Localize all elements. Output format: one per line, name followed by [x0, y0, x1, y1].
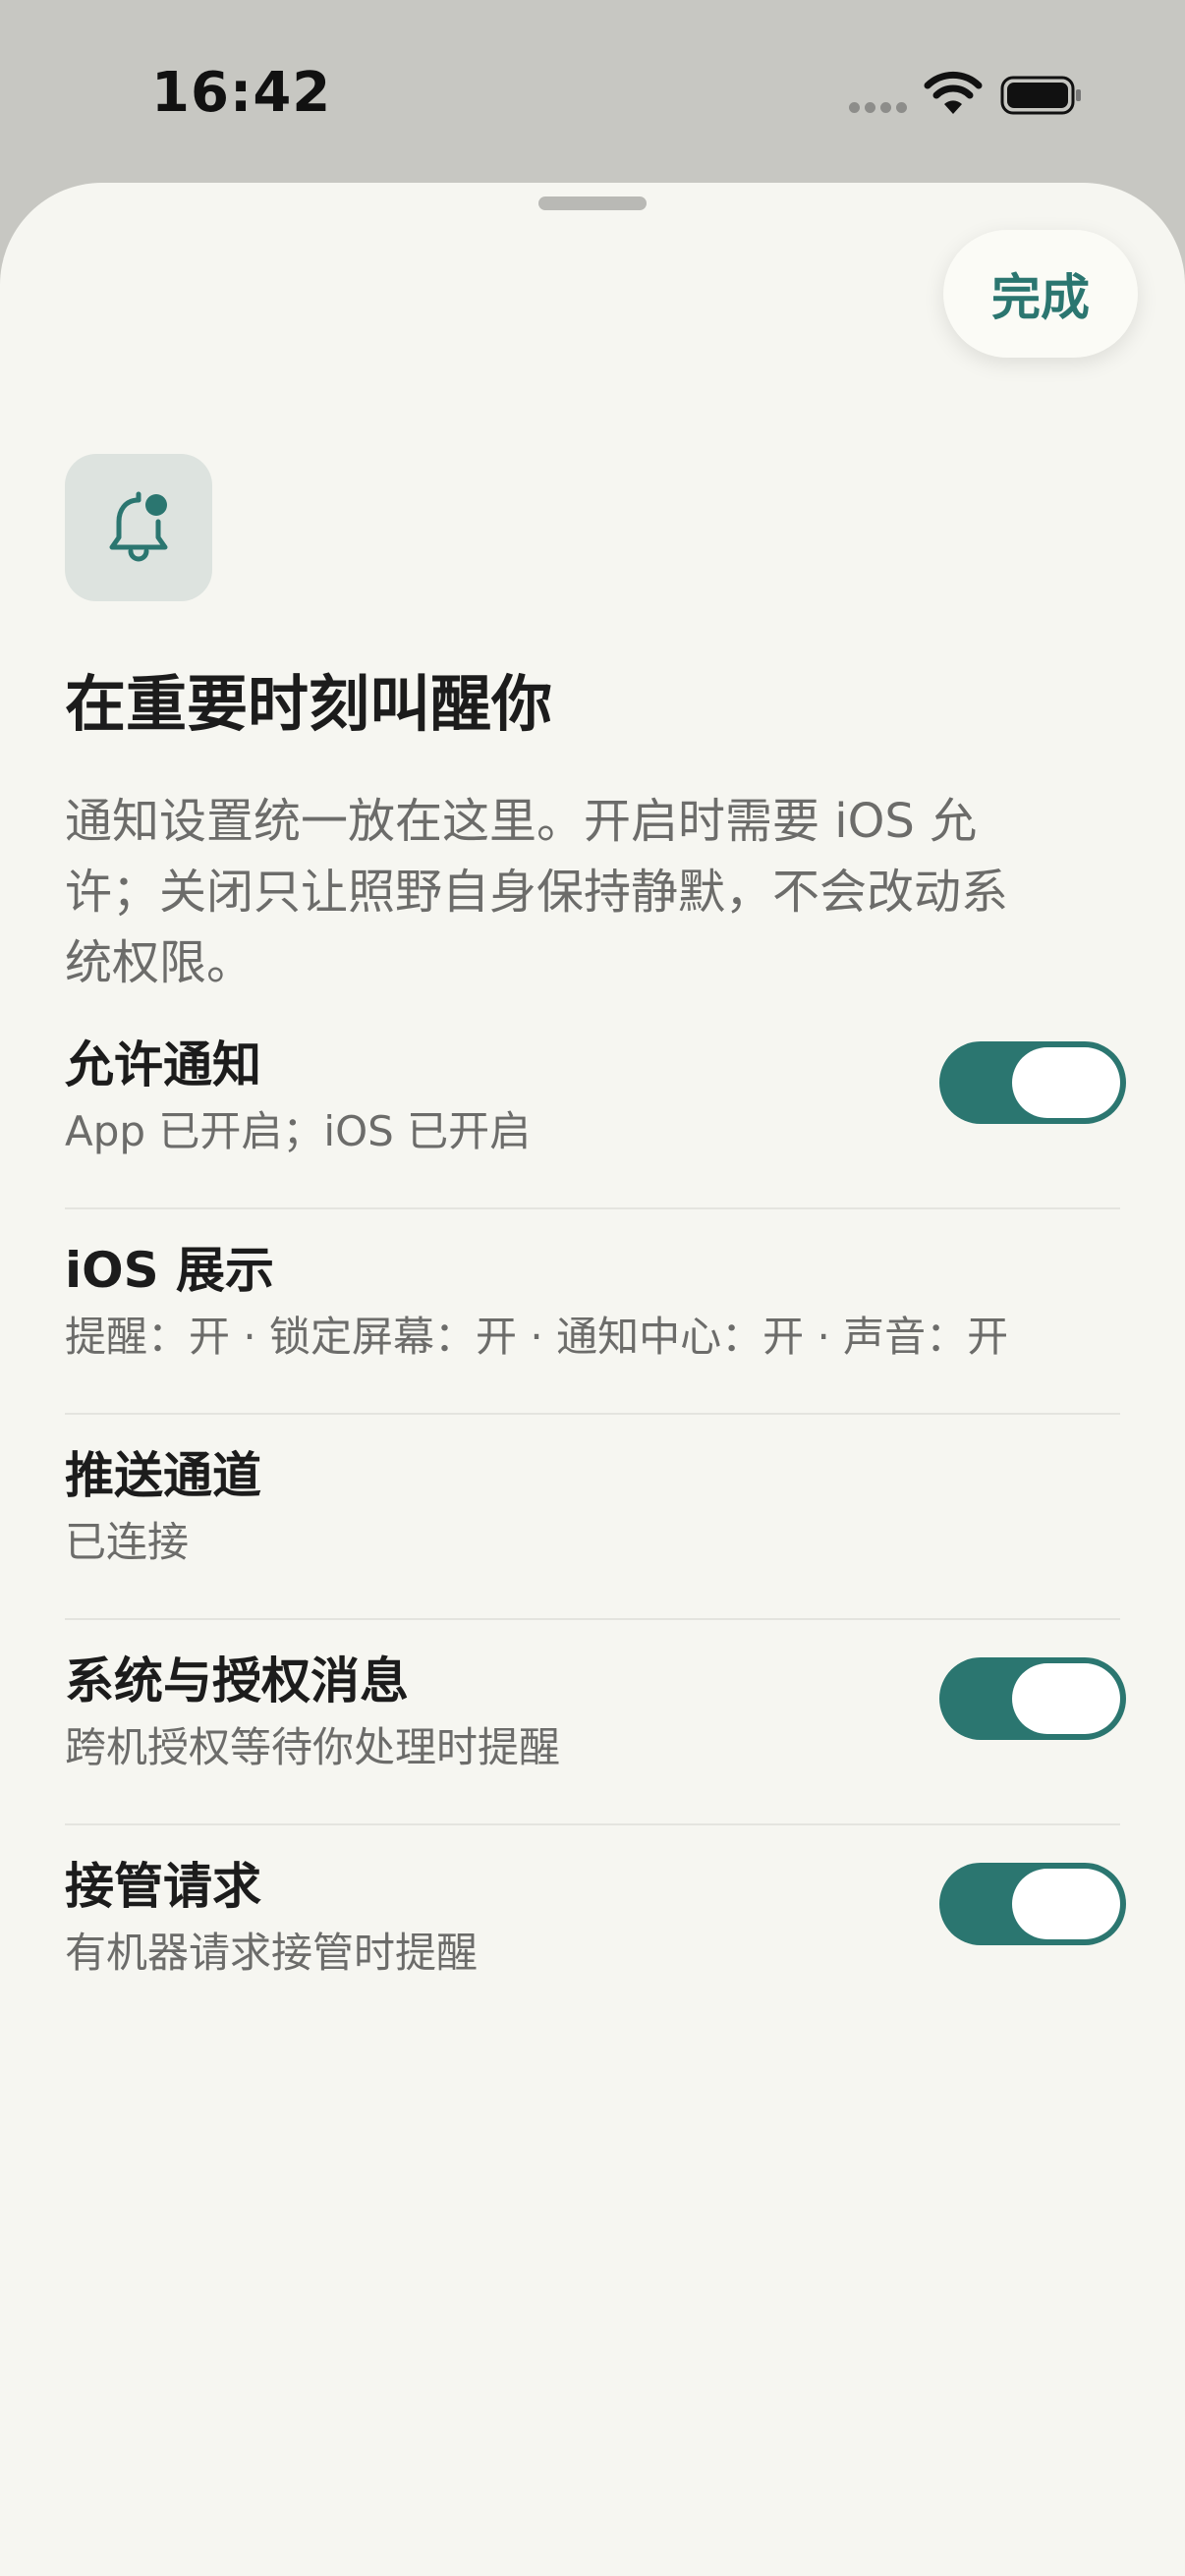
screen: 16:42 完成 在重要时刻叫醒你 通知设置统一放在这里。开启时需要 iOS 允…: [0, 0, 1185, 2576]
setting-title: iOS 展示: [65, 1242, 275, 1299]
setting-row-ios-display[interactable]: iOS 展示 提醒：开 · 锁定屏幕：开 · 通知中心：开 · 声音：开: [65, 1209, 1120, 1415]
bell-badge-icon: [109, 491, 168, 562]
battery-icon: [1000, 76, 1081, 115]
setting-title: 接管请求: [65, 1858, 261, 1915]
setting-subtitle: 跨机授权等待你处理时提醒: [65, 1723, 561, 1771]
setting-row-allow-notifications[interactable]: 允许通知 App 已开启；iOS 已开启: [65, 1004, 1126, 1209]
setting-title: 允许通知: [65, 1036, 261, 1093]
status-bar: 16:42: [0, 0, 1185, 187]
sheet-description: 通知设置统一放在这里。开启时需要 iOS 允许；关闭只让照野自身保持静默，不会改…: [65, 794, 1009, 990]
setting-subtitle: 已连接: [65, 1518, 190, 1566]
cellular-signal-icon: [849, 102, 907, 113]
setting-subtitle: 有机器请求接管时提醒: [65, 1929, 479, 1977]
setting-row-system-auth-messages[interactable]: 系统与授权消息 跨机授权等待你处理时提醒: [65, 1620, 1126, 1825]
bell-icon-tile: [65, 454, 212, 601]
toggle-knob: [1012, 1663, 1120, 1734]
toggle-knob: [1012, 1047, 1120, 1118]
system-auth-messages-toggle[interactable]: [939, 1657, 1126, 1740]
settings-list: 允许通知 App 已开启；iOS 已开启 iOS 展示 提醒：开 · 锁定屏幕：…: [65, 1004, 1126, 2031]
setting-title: 推送通道: [65, 1447, 261, 1504]
allow-notifications-toggle[interactable]: [939, 1041, 1126, 1124]
setting-subtitle: App 已开启；iOS 已开启: [65, 1107, 532, 1155]
status-time: 16:42: [151, 61, 332, 125]
toggle-knob: [1012, 1869, 1120, 1939]
setting-subtitle: 提醒：开 · 锁定屏幕：开 · 通知中心：开 · 声音：开: [65, 1313, 1009, 1361]
wifi-icon: [924, 71, 983, 114]
setting-row-takeover-requests[interactable]: 接管请求 有机器请求接管时提醒: [65, 1825, 1126, 2031]
setting-row-push-channel[interactable]: 推送通道 已连接: [65, 1415, 1120, 1620]
sheet-grabber[interactable]: [538, 196, 647, 210]
sheet-title: 在重要时刻叫醒你: [65, 668, 553, 740]
setting-title: 系统与授权消息: [65, 1652, 409, 1709]
takeover-requests-toggle[interactable]: [939, 1863, 1126, 1945]
done-button[interactable]: 完成: [943, 230, 1138, 358]
